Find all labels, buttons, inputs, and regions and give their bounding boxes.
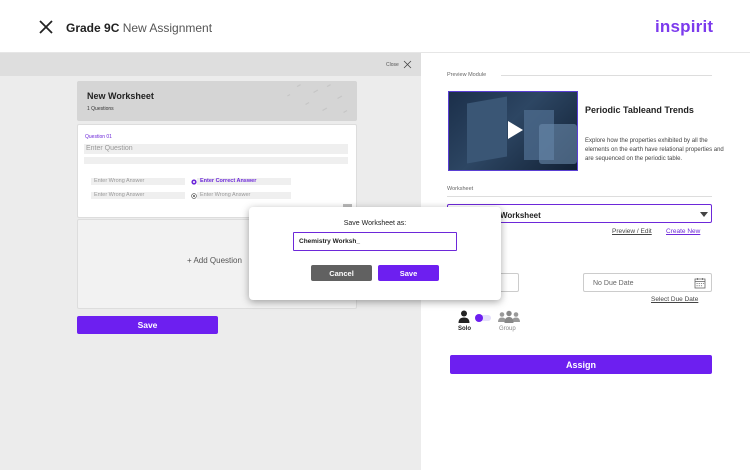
worksheet-header-card: New Worksheet 1 Questions — [77, 81, 357, 121]
save-worksheet-dialog: Save Worksheet as: Chemistry Worksh_ Can… — [249, 207, 501, 300]
correct-answer-input[interactable]: Enter Correct Answer — [197, 178, 291, 185]
worksheet-name-input[interactable]: Chemistry Worksh_ — [293, 232, 457, 251]
add-question-label[interactable]: + Add Question — [187, 256, 242, 265]
play-icon[interactable] — [500, 116, 528, 144]
dialog-title: Save Worksheet as: — [343, 220, 407, 227]
question-input[interactable]: Enter Question — [84, 144, 348, 154]
assignment-title: New Assignment — [119, 21, 213, 35]
person-icon[interactable] — [458, 310, 470, 323]
question-card: Question 01 Enter Question Enter Wrong A… — [77, 124, 357, 218]
preview-edit-link[interactable]: Preview / Edit — [612, 228, 652, 235]
close-editor-link[interactable]: Close — [386, 62, 399, 68]
group-icon[interactable] — [497, 310, 521, 323]
class-name: Grade 9C — [66, 21, 120, 35]
worksheet-dropdown-value: Worksheet — [500, 211, 541, 220]
worksheet-title: New Worksheet — [87, 91, 154, 101]
wrong-answer-input[interactable]: Enter Wrong Answer — [197, 192, 291, 199]
scene-shape — [539, 124, 577, 164]
wrong-answer-input[interactable]: Enter Wrong Answer — [91, 192, 185, 199]
preview-module-label: Preview Module — [447, 72, 487, 78]
due-date-field[interactable]: No Due Date — [583, 273, 712, 292]
save-button[interactable]: Save — [378, 265, 439, 281]
module-thumbnail[interactable] — [448, 91, 578, 171]
page-title: Grade 9C New Assignment — [66, 21, 212, 35]
wrong-answer-input[interactable]: Enter Wrong Answer — [91, 178, 185, 185]
chevron-down-icon[interactable] — [700, 212, 708, 218]
assign-button[interactable]: Assign — [450, 355, 712, 374]
question-count: 1 Questions — [87, 106, 114, 112]
divider — [447, 196, 712, 197]
top-header: Grade 9C New Assignment inspirit — [0, 0, 750, 53]
divider — [501, 75, 712, 76]
group-label: Group — [499, 326, 516, 332]
worksheet-label: Worksheet — [447, 186, 474, 192]
decorative-pattern — [287, 84, 348, 114]
brand-logo: inspirit — [655, 17, 714, 36]
select-due-date-link[interactable]: Select Due Date — [651, 296, 698, 303]
calendar-icon[interactable] — [694, 277, 706, 289]
due-date-placeholder: No Due Date — [593, 280, 634, 287]
solo-group-toggle[interactable] — [475, 314, 491, 322]
question-input-line[interactable] — [84, 157, 348, 164]
cancel-button[interactable]: Cancel — [311, 265, 372, 281]
save-worksheet-button[interactable]: Save — [77, 316, 218, 334]
create-new-link[interactable]: Create New — [666, 228, 700, 235]
question-label: Question 01 — [85, 134, 112, 140]
close-icon[interactable] — [403, 60, 412, 69]
close-icon[interactable] — [38, 19, 54, 35]
solo-label: Solo — [458, 326, 471, 332]
module-title: Periodic Tableand Trends — [585, 105, 694, 115]
module-description: Explore how the properties exhibited by … — [585, 138, 724, 162]
editor-toolbar: Close — [0, 53, 421, 76]
toggle-knob — [475, 314, 483, 322]
